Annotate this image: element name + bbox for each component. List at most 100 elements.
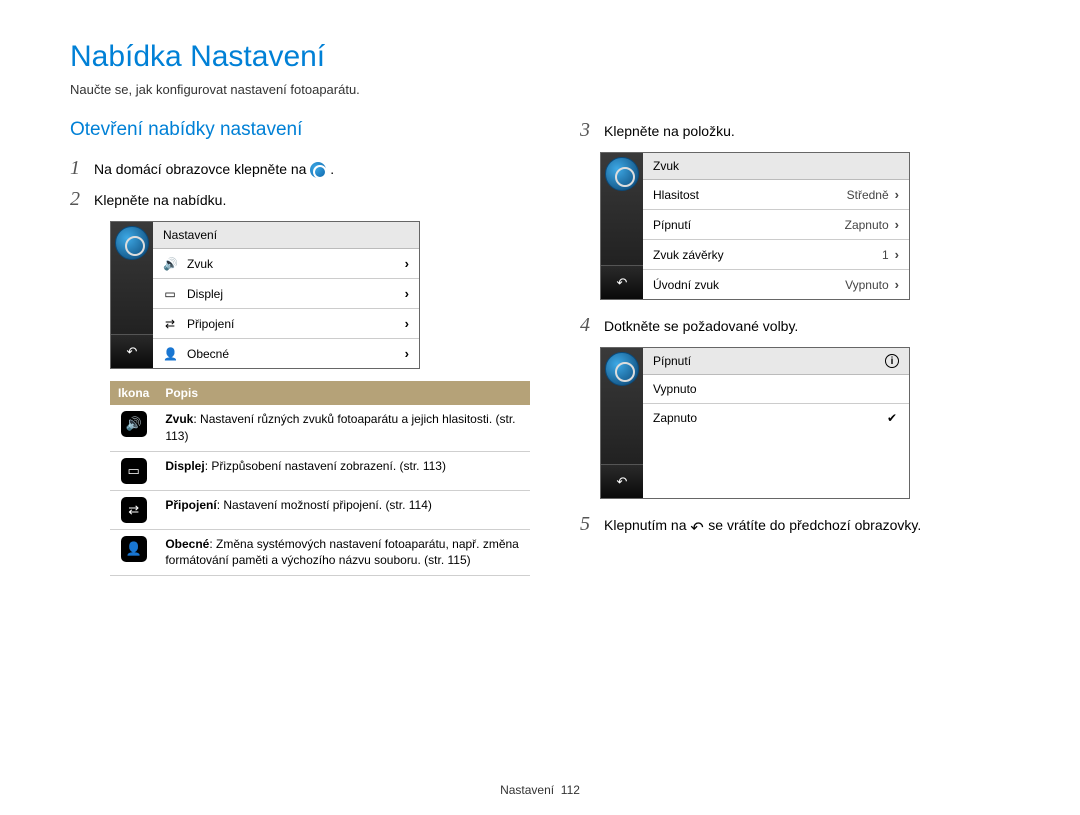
screen-header: Zvuk — [643, 153, 909, 180]
sound-icon: 🔊 — [163, 257, 177, 271]
step-text-a: Klepnutím na — [604, 517, 690, 533]
info-icon[interactable]: i — [885, 354, 899, 368]
step-text: Klepněte na položku. — [604, 122, 735, 142]
screen-sidebar: ↶ — [601, 153, 643, 299]
gear-icon — [605, 352, 639, 386]
step-number: 4 — [580, 314, 594, 337]
step-text: Dotkněte se požadované volby. — [604, 317, 798, 337]
settings-screen: ↶ Nastavení 🔊 Zvuk › ▭Displej › ⇄Připojen… — [110, 221, 420, 369]
step-5: 5 Klepnutím na se vrátíte do předchozí o… — [580, 513, 1010, 536]
chevron-right-icon: › — [895, 217, 899, 232]
section-heading: Otevření nabídky nastavení — [70, 119, 530, 141]
gear-icon — [310, 162, 326, 178]
chevron-right-icon: › — [405, 316, 409, 331]
table-header-desc: Popis — [157, 381, 530, 405]
footer-label: Nastavení — [500, 783, 554, 797]
gear-icon — [115, 226, 149, 260]
option-label: Vypnuto — [653, 382, 697, 396]
step-number: 1 — [70, 157, 84, 180]
screen-title: Nastavení — [163, 228, 217, 242]
step-text-b: se vrátíte do předchozí obrazovky. — [708, 517, 921, 533]
page-footer: Nastavení 112 — [0, 783, 1080, 797]
option-on[interactable]: Zapnuto ✔ — [643, 404, 909, 432]
menu-item-connect[interactable]: ⇄Připojení › — [153, 309, 419, 339]
step-text: Na domácí obrazovce klepněte na . — [94, 160, 334, 180]
step-4: 4 Dotkněte se požadované volby. — [580, 314, 1010, 337]
chevron-right-icon: › — [895, 247, 899, 262]
connect-icon: ⇄ — [121, 497, 147, 523]
row-value: Středně — [847, 188, 889, 202]
screen-header: Pípnutí i — [643, 348, 909, 375]
row-value: 1 — [882, 248, 889, 262]
left-column: Otevření nabídky nastavení 1 Na domácí o… — [70, 119, 530, 576]
table-row: 🔊 Zvuk: Nastavení různých zvuků fotoapar… — [110, 405, 530, 451]
row-text: : Přizpůsobení nastavení zobrazení. (str… — [205, 459, 446, 473]
row-label: Úvodní zvuk — [653, 278, 719, 292]
step-2: 2 Klepněte na nabídku. — [70, 188, 530, 211]
screen-title: Pípnutí — [653, 354, 691, 368]
chevron-right-icon: › — [405, 286, 409, 301]
row-text: : Nastavení různých zvuků fotoaparátu a … — [165, 412, 515, 443]
chevron-right-icon: › — [405, 256, 409, 271]
beep-screen: ↶ Pípnutí i Vypnuto Zapnuto ✔ — [600, 347, 910, 499]
back-button[interactable]: ↶ — [601, 265, 643, 299]
row-label: Hlasitost — [653, 188, 699, 202]
table-row: ⇄ Připojení: Nastavení možností připojen… — [110, 490, 530, 529]
row-value: Zapnuto — [845, 218, 889, 232]
sound-icon: 🔊 — [121, 411, 147, 437]
table-row: ▭ Displej: Přizpůsobení nastavení zobraz… — [110, 451, 530, 490]
display-icon: ▭ — [163, 287, 177, 301]
page-subtitle: Naučte se, jak konfigurovat nastavení fo… — [70, 82, 1010, 97]
icon-description-table: Ikona Popis 🔊 Zvuk: Nastavení různých zv… — [110, 381, 530, 576]
row-text: : Změna systémových nastavení fotoaparát… — [165, 537, 519, 568]
row-volume[interactable]: Hlasitost Středně› — [643, 180, 909, 210]
row-label: Pípnutí — [653, 218, 691, 232]
menu-label: Obecné — [187, 347, 229, 361]
row-text: : Nastavení možností připojení. (str. 11… — [217, 498, 432, 512]
menu-label: Připojení — [187, 317, 234, 331]
table-row: 👤 Obecné: Změna systémových nastavení fo… — [110, 529, 530, 576]
row-bold: Zvuk — [165, 412, 193, 426]
step-1: 1 Na domácí obrazovce klepněte na . — [70, 157, 530, 180]
page-title: Nabídka Nastavení — [70, 40, 1010, 74]
back-button[interactable]: ↶ — [601, 464, 643, 498]
step-number: 3 — [580, 119, 594, 142]
row-bold: Obecné — [165, 537, 209, 551]
row-shutter[interactable]: Zvuk závěrky 1 › — [643, 240, 909, 270]
step-text-b: . — [330, 161, 334, 177]
general-icon: 👤 — [121, 536, 147, 562]
screen-title: Zvuk — [653, 159, 679, 173]
table-header-icon: Ikona — [110, 381, 157, 405]
back-button[interactable]: ↶ — [111, 334, 153, 368]
display-icon: ▭ — [121, 458, 147, 484]
row-value: Vypnuto — [845, 278, 889, 292]
row-label: Zvuk závěrky — [653, 248, 724, 262]
sound-screen: ↶ Zvuk Hlasitost Středně› Pípnutí Zapnut… — [600, 152, 910, 300]
menu-item-sound[interactable]: 🔊 Zvuk › — [153, 249, 419, 279]
chevron-right-icon: › — [405, 346, 409, 361]
row-bold: Displej — [165, 459, 204, 473]
menu-label: Zvuk — [187, 257, 213, 271]
row-beep[interactable]: Pípnutí Zapnuto › — [643, 210, 909, 240]
step-text: Klepněte na nabídku. — [94, 191, 226, 211]
back-icon — [690, 519, 704, 533]
step-number: 5 — [580, 513, 594, 536]
row-bold: Připojení — [165, 498, 216, 512]
step-text-a: Na domácí obrazovce klepněte na — [94, 161, 310, 177]
check-icon — [885, 382, 899, 396]
menu-item-display[interactable]: ▭Displej › — [153, 279, 419, 309]
general-icon: 👤 — [163, 347, 177, 361]
step-number: 2 — [70, 188, 84, 211]
chevron-right-icon: › — [895, 277, 899, 292]
screen-sidebar: ↶ — [601, 348, 643, 498]
step-text: Klepnutím na se vrátíte do předchozí obr… — [604, 516, 921, 536]
check-icon: ✔ — [885, 411, 899, 425]
option-label: Zapnuto — [653, 411, 697, 425]
menu-item-general[interactable]: 👤 Obecné › — [153, 339, 419, 368]
option-off[interactable]: Vypnuto — [643, 375, 909, 404]
step-3: 3 Klepněte na položku. — [580, 119, 1010, 142]
screen-main: Zvuk Hlasitost Středně› Pípnutí Zapnuto›… — [643, 153, 909, 299]
screen-header: Nastavení — [153, 222, 419, 249]
row-startup[interactable]: Úvodní zvuk Vypnuto › — [643, 270, 909, 299]
gear-icon — [605, 157, 639, 191]
